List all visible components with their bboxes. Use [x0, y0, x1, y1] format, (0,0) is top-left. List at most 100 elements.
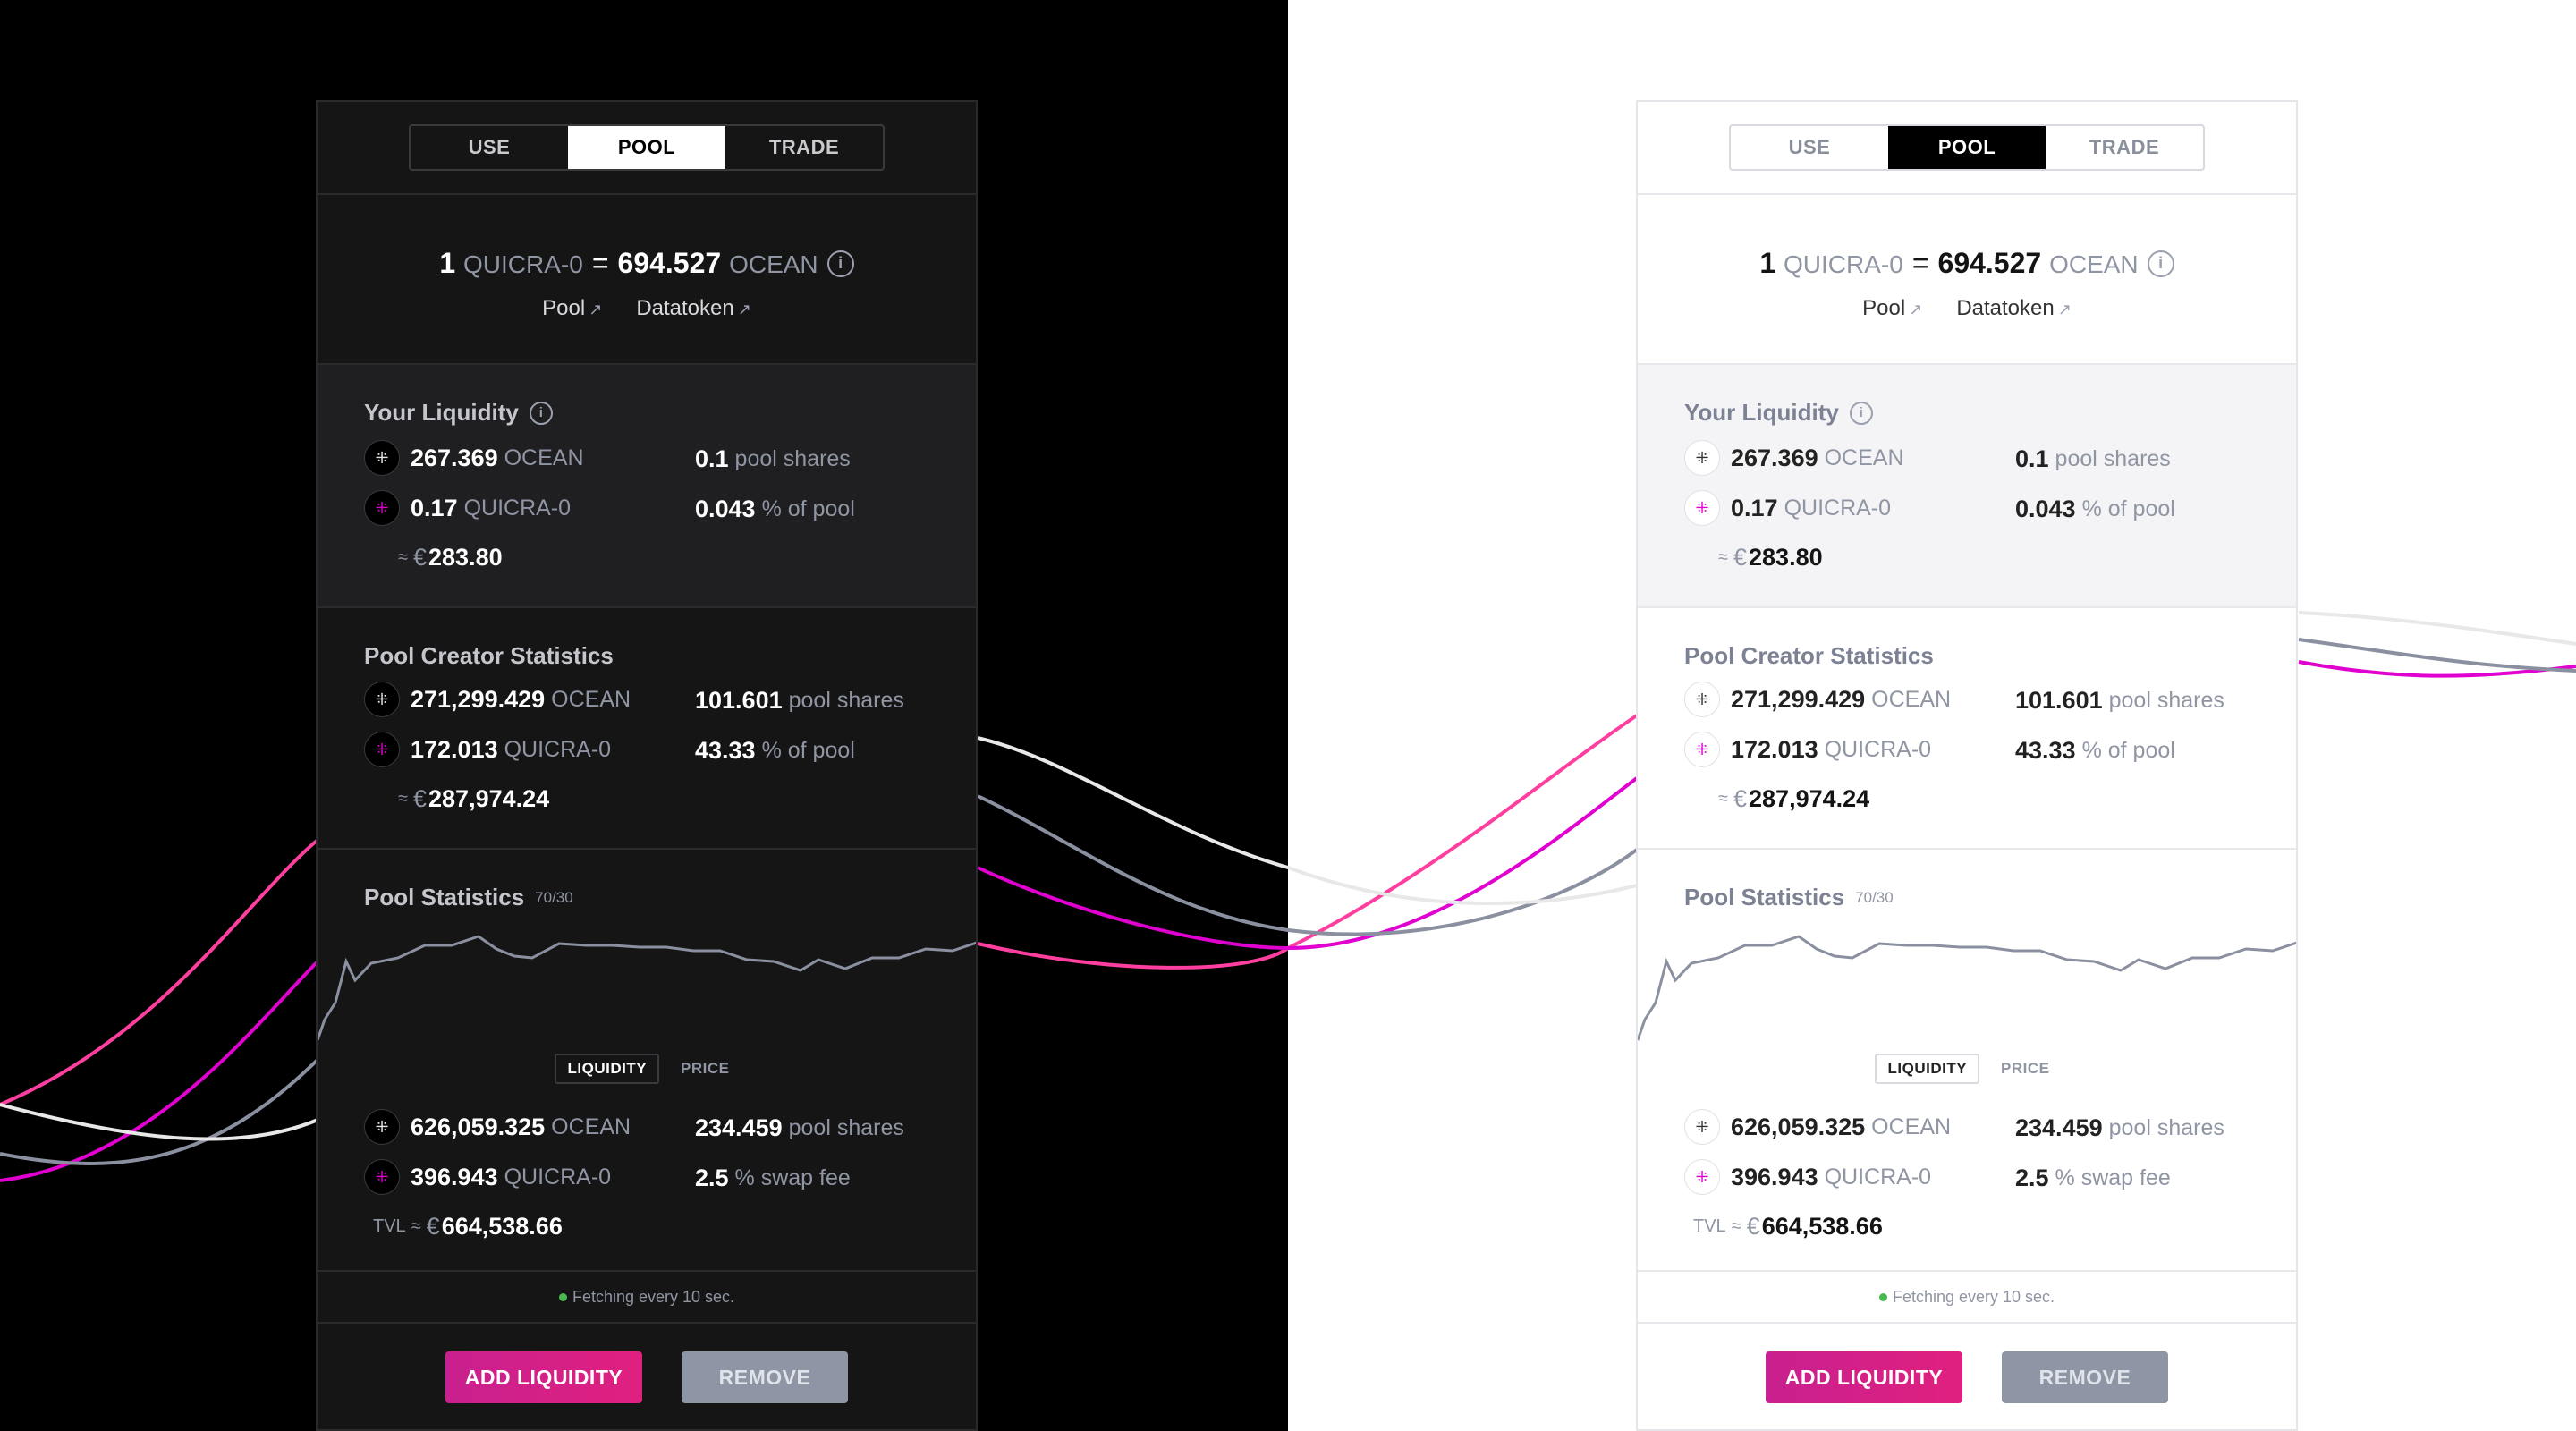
liquidity-chart: [318, 935, 976, 1041]
creator-ocean-row: ⁜ 271,299.429 OCEAN: [364, 682, 631, 717]
your-liquidity-section: Your Liquidity i ⁜ 267.369 OCEAN ⁜ 0.17 QUICR…: [1638, 365, 2296, 608]
add-liquidity-button[interactable]: ADD LIQUIDITY: [1766, 1351, 1962, 1403]
pool-panel-light: USE POOL TRADE 1 QUICRA-0 = 694.527 OCEA…: [1636, 100, 2298, 1431]
ocean-token-icon: ⁜: [364, 1109, 400, 1145]
pool-link-label: Pool: [542, 296, 586, 320]
liq-shares-row: 0.1 pool shares: [695, 445, 851, 472]
pool-link[interactable]: Pool ↗: [542, 296, 602, 321]
liq-datatoken-row: ⁜ 0.17 QUICRA-0: [364, 490, 571, 526]
creator-fiat-row: ≈ €287,974.24: [1718, 785, 1870, 812]
stats-tvl-row: TVL ≈ €664,538.66: [1693, 1213, 1883, 1240]
tabs-section: USE POOL TRADE: [1638, 102, 2296, 195]
price-section: 1 QUICRA-0 = 694.527 OCEAN i Pool ↗ Datat…: [1638, 195, 2296, 365]
equals-sign: =: [591, 247, 609, 279]
tab-pool[interactable]: POOL: [568, 126, 725, 169]
base-symbol: QUICRA-0: [463, 250, 583, 278]
ocean-token-icon: ⁜: [1684, 682, 1720, 717]
chart-tab-liquidity[interactable]: LIQUIDITY: [555, 1054, 660, 1084]
tab-trade[interactable]: TRADE: [725, 126, 883, 169]
price-line: 1 QUICRA-0 = 694.527 OCEAN i: [318, 195, 976, 280]
fetch-status: Fetching every 10 sec.: [558, 1288, 734, 1307]
tab-pool[interactable]: POOL: [1888, 126, 2046, 169]
chart-tabs: LIQUIDITY PRICE: [318, 1054, 976, 1084]
datatoken-icon: ⁜: [364, 732, 400, 767]
status-dot-icon: [558, 1292, 567, 1301]
pool-link-label: Pool: [1862, 296, 1906, 320]
status-dot-icon: [1878, 1292, 1887, 1301]
external-link-icon: ↗: [1909, 301, 1923, 318]
price-section: 1 QUICRA-0 = 694.527 OCEAN i Pool ↗ Datat…: [318, 195, 976, 365]
datatoken-icon: ⁜: [1684, 732, 1720, 767]
datatoken-link-label: Datatoken: [1956, 296, 2055, 320]
stats-datatoken-row: ⁜ 396.943 QUICRA-0: [364, 1159, 611, 1195]
datatoken-link-label: Datatoken: [636, 296, 734, 320]
chart-tab-liquidity[interactable]: LIQUIDITY: [1875, 1054, 1980, 1084]
fetch-status-section: Fetching every 10 sec.: [318, 1272, 976, 1324]
pool-weight: 70/30: [535, 888, 573, 906]
liq-shares-row: 0.1 pool shares: [2015, 445, 2171, 472]
tab-use[interactable]: USE: [1731, 126, 1888, 169]
tab-bar: USE POOL TRADE: [409, 124, 885, 171]
creator-percent-row: 43.33% of pool: [695, 737, 855, 764]
external-link-icon: ↗: [2057, 301, 2072, 318]
chart-tab-price[interactable]: PRICE: [1988, 1054, 2062, 1084]
pool-weight: 70/30: [1855, 888, 1894, 906]
creator-ocean-row: ⁜ 271,299.429 OCEAN: [1684, 682, 1951, 717]
info-icon[interactable]: i: [2147, 250, 2174, 277]
ocean-token-icon: ⁜: [1684, 440, 1720, 476]
creator-stats-section: Pool Creator Statistics ⁜ 271,299.429 OCEA…: [318, 608, 976, 850]
stats-tvl-row: TVL ≈ €664,538.66: [373, 1213, 563, 1240]
ocean-token-icon: ⁜: [1684, 1109, 1720, 1145]
creator-stats-section: Pool Creator Statistics ⁜ 271,299.429 OCEA…: [1638, 608, 2296, 850]
remove-button[interactable]: REMOVE: [682, 1351, 848, 1403]
stats-ocean-row: ⁜ 626,059.325 OCEAN: [364, 1109, 631, 1145]
datatoken-link[interactable]: Datatoken ↗: [1956, 296, 2072, 321]
stats-shares-row: 234.459 pool shares: [695, 1114, 904, 1141]
actions-section: ADD LIQUIDITY REMOVE: [1638, 1324, 2296, 1429]
quote-amount: 694.527: [1937, 247, 2042, 279]
pool-panel-dark: USE POOL TRADE 1 QUICRA-0 = 694.527 OCEA…: [316, 100, 978, 1431]
creator-stats-title: Pool Creator Statistics: [364, 642, 614, 669]
datatoken-link[interactable]: Datatoken ↗: [636, 296, 751, 321]
fetch-status: Fetching every 10 sec.: [1878, 1288, 2055, 1307]
actions-section: ADD LIQUIDITY REMOVE: [318, 1324, 976, 1429]
info-icon[interactable]: i: [826, 250, 854, 277]
add-liquidity-button[interactable]: ADD LIQUIDITY: [445, 1351, 642, 1403]
creator-datatoken-row: ⁜ 172.013 QUICRA-0: [1684, 732, 1931, 767]
quote-amount: 694.527: [617, 247, 722, 279]
datatoken-icon: ⁜: [1684, 490, 1720, 526]
ocean-token-icon: ⁜: [364, 682, 400, 717]
base-symbol: QUICRA-0: [1784, 250, 1903, 278]
quote-symbol: OCEAN: [729, 250, 818, 278]
fetch-status-section: Fetching every 10 sec.: [1638, 1272, 2296, 1324]
tab-use[interactable]: USE: [411, 126, 568, 169]
price-links: Pool ↗ Datatoken ↗: [318, 296, 976, 321]
liq-fiat-row: ≈ €283.80: [398, 544, 503, 571]
info-icon[interactable]: i: [529, 401, 553, 425]
tab-trade[interactable]: TRADE: [2046, 126, 2203, 169]
stats-fee-row: 2.5% swap fee: [695, 1164, 851, 1191]
your-liquidity-section: Your Liquidity i ⁜ 267.369 OCEAN ⁜ 0.17 QUICR…: [318, 365, 976, 608]
stats-shares-row: 234.459 pool shares: [2015, 1114, 2224, 1141]
info-icon[interactable]: i: [1849, 401, 1873, 425]
datatoken-icon: ⁜: [1684, 1159, 1720, 1195]
datatoken-icon: ⁜: [364, 1159, 400, 1195]
ocean-token-icon: ⁜: [364, 440, 400, 476]
stats-fee-row: 2.5% swap fee: [2015, 1164, 2171, 1191]
datatoken-icon: ⁜: [364, 490, 400, 526]
remove-button[interactable]: REMOVE: [2002, 1351, 2168, 1403]
creator-datatoken-row: ⁜ 172.013 QUICRA-0: [364, 732, 611, 767]
stats-datatoken-row: ⁜ 396.943 QUICRA-0: [1684, 1159, 1931, 1195]
chart-tab-price[interactable]: PRICE: [668, 1054, 741, 1084]
tab-bar: USE POOL TRADE: [1729, 124, 2205, 171]
pool-stats-title: Pool Statistics 70/30: [364, 884, 573, 910]
liq-percent-row: 0.043% of pool: [695, 495, 855, 522]
tabs-section: USE POOL TRADE: [318, 102, 976, 195]
creator-percent-row: 43.33% of pool: [2015, 737, 2175, 764]
creator-stats-title: Pool Creator Statistics: [1684, 642, 1934, 669]
pool-link[interactable]: Pool ↗: [1862, 296, 1922, 321]
pool-stats-title: Pool Statistics 70/30: [1684, 884, 1894, 910]
stats-ocean-row: ⁜ 626,059.325 OCEAN: [1684, 1109, 1951, 1145]
creator-fiat-row: ≈ €287,974.24: [398, 785, 550, 812]
liq-ocean-row: ⁜ 267.369 OCEAN: [364, 440, 584, 476]
